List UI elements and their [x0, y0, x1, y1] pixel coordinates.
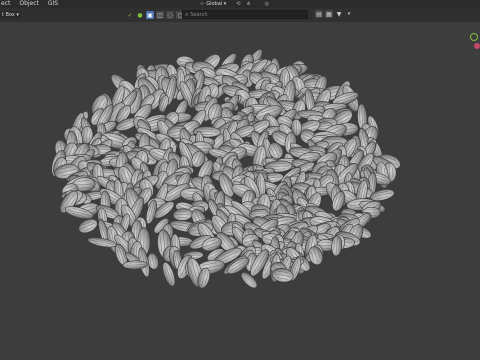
box-select-icon[interactable]: ◫ — [156, 11, 164, 19]
orientation-dropdown[interactable]: Global ▾ — [206, 1, 226, 7]
select-icon[interactable]: ▣ — [146, 11, 154, 19]
pivot-icon[interactable]: ⟲ — [236, 1, 240, 7]
viewport-header: t Box ▾ ✓ ● ▣ ◫ ◌ ○ ◧ ⌕ ▤ ▦ ▼ ▾ — [0, 8, 480, 22]
lasso-icon[interactable]: ◌ — [166, 11, 174, 19]
search-field[interactable]: ⌕ — [182, 10, 308, 19]
viewport-3d[interactable] — [0, 22, 480, 360]
orientation-group: ⊹ Global ▾ ⟲ ⋔ ◎ — [200, 0, 269, 8]
snap-icon[interactable]: ⋔ — [246, 1, 250, 7]
view-icon[interactable]: ▦ — [325, 10, 333, 18]
search-input[interactable] — [190, 11, 301, 18]
select-box-mode-dropdown[interactable]: t Box ▾ — [0, 11, 21, 19]
search-icon: ⌕ — [185, 10, 189, 18]
overlay-icon[interactable]: ▤ — [315, 10, 323, 18]
menu-item-object[interactable]: Object — [19, 0, 39, 8]
right-toolbar: ▤ ▦ ▼ ▾ — [315, 10, 353, 18]
chevron-down-icon[interactable]: ▾ — [345, 10, 353, 18]
menu-item-gis[interactable]: GIS — [48, 0, 58, 8]
proportional-icon[interactable]: ◎ — [265, 1, 269, 7]
filter-icon[interactable]: ▼ — [335, 10, 343, 18]
object-icon[interactable]: ● — [136, 11, 144, 19]
menu-item-select[interactable]: ect — [1, 0, 10, 8]
seed-pile-mesh[interactable] — [49, 47, 402, 291]
checkmark-icon[interactable]: ✓ — [126, 11, 134, 19]
orientation-icon: ⊹ — [200, 1, 205, 7]
